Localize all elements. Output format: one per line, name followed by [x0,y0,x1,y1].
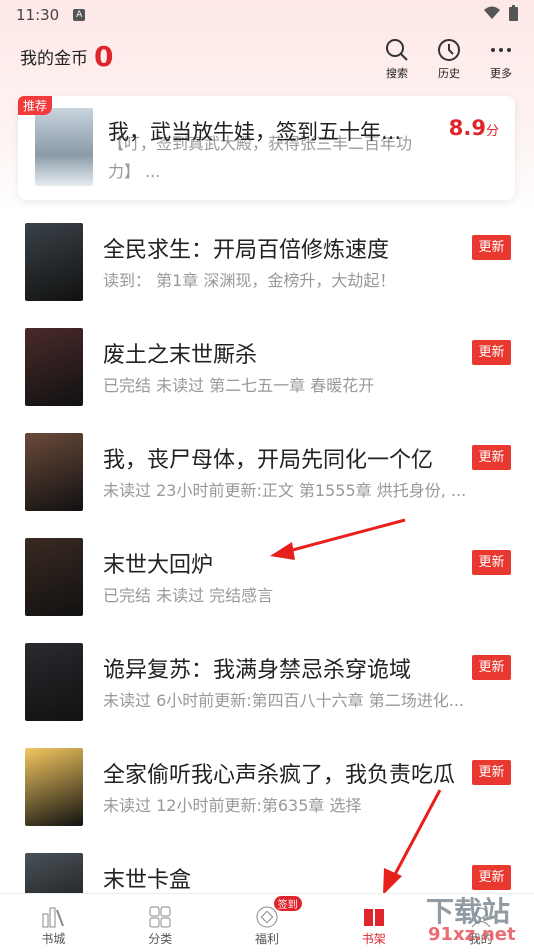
update-badge: 更新 [472,865,511,890]
update-badge: 更新 [472,655,511,680]
search-label: 搜索 [386,67,408,80]
book-title: 全民求生：开局百倍修炼速度 [103,238,390,263]
book-cover [25,328,83,406]
clock-icon [438,39,460,61]
book-cover [25,433,83,511]
book-item[interactable]: 我，丧尸母体，开局先同化一个亿 未读过 23小时前更新:正文 第1555章 烘托… [0,427,534,532]
coins[interactable]: 我的金币 0 [20,40,113,73]
watermark-url: 91xz.net [428,924,516,945]
book-info: 未读过 6小时前更新:第四百八十六章 第二场进化... [103,691,465,710]
watermark: 下载站 91xz.net [420,890,532,948]
book-info: 未读过 23小时前更新:正文 第1555章 烘托身份, ... [103,481,467,500]
featured-score: 8.9分 [449,116,499,140]
search-icon [386,39,408,61]
book-info: 已完结 未读过 第二七五一章 春暖花开 [103,376,375,395]
battery-icon [509,5,518,25]
score-value: 8.9 [448,116,486,140]
book-title: 全家偷听我心声杀疯了，我负责吃瓜 [103,763,456,788]
coins-label: 我的金币 [20,49,88,69]
grid-icon [149,906,171,928]
tab-category[interactable]: 分类 [107,894,214,950]
history-button[interactable]: 历史 [429,38,469,81]
more-icon [491,48,511,52]
book-item[interactable]: 废土之末世厮杀 已完结 未读过 第二七五一章 春暖花开 更新 [0,322,534,427]
update-badge: 更新 [472,340,511,365]
coins-value: 0 [94,40,114,73]
more-label: 更多 [490,67,512,80]
tab-bookstore[interactable]: 书城 [0,894,107,950]
book-title: 我，丧尸母体，开局先同化一个亿 [103,448,434,473]
recommend-tag: 推荐 [18,96,53,115]
book-title: 诡异复苏：我满身禁忌杀穿诡域 [103,658,412,683]
bookshelf-icon [363,909,384,926]
book-title: 末世卡盒 [103,868,192,893]
update-badge: 更新 [472,550,511,575]
update-badge: 更新 [472,235,511,260]
score-unit: 分 [485,124,499,139]
status-bar: 11:30 A [16,4,518,26]
history-label: 历史 [438,67,460,80]
book-item[interactable]: 全家偷听我心声杀疯了，我负责吃瓜 未读过 12小时前更新:第635章 选择 更新 [0,742,534,847]
book-item[interactable]: 末世大回炉 已完结 未读过 完结感言 更新 [0,532,534,637]
tab-welfare[interactable]: 福利 签到 [214,894,321,950]
featured-book-card[interactable]: 推荐 【叮，签到真武大殿，获得张三丰二百年功力】 ... 我，武当放牛娃，签到五… [18,96,515,200]
book-title: 废土之末世厮杀 [103,343,258,368]
coin-icon [256,906,278,928]
update-badge: 更新 [472,760,511,785]
notification-icon: A [73,9,86,21]
featured-book-cover [35,108,93,186]
wifi-icon [483,6,501,24]
tab-bookshelf[interactable]: 书架 [320,894,427,950]
clock: 11:30 [16,6,60,24]
book-title: 末世大回炉 [103,553,214,578]
book-info: 读到： 第1章 深渊现，金榜升，大劫起！ [103,271,396,290]
featured-book-title: 我，武当放牛娃，签到五十年... [108,120,402,144]
search-button[interactable]: 搜索 [377,38,417,81]
book-info: 已完结 未读过 完结感言 [103,586,274,605]
tab-label: 书架 [361,932,386,946]
book-info: 未读过 12小时前更新:第635章 选择 [103,796,362,815]
bookstore-icon [42,907,65,928]
book-cover [25,643,83,721]
update-badge: 更新 [472,445,511,470]
book-cover [25,538,83,616]
book-item[interactable]: 诡异复苏：我满身禁忌杀穿诡域 未读过 6小时前更新:第四百八十六章 第二场进化.… [0,637,534,742]
book-cover [25,748,83,826]
book-item[interactable]: 全民求生：开局百倍修炼速度 读到： 第1章 深渊现，金榜升，大劫起！ 更新 [0,217,534,322]
sign-in-badge: 签到 [273,896,302,911]
tab-label: 分类 [148,932,173,946]
tab-label: 福利 [254,932,279,946]
book-cover [25,223,83,301]
tab-label: 书城 [41,932,66,946]
more-button[interactable]: 更多 [481,38,521,81]
